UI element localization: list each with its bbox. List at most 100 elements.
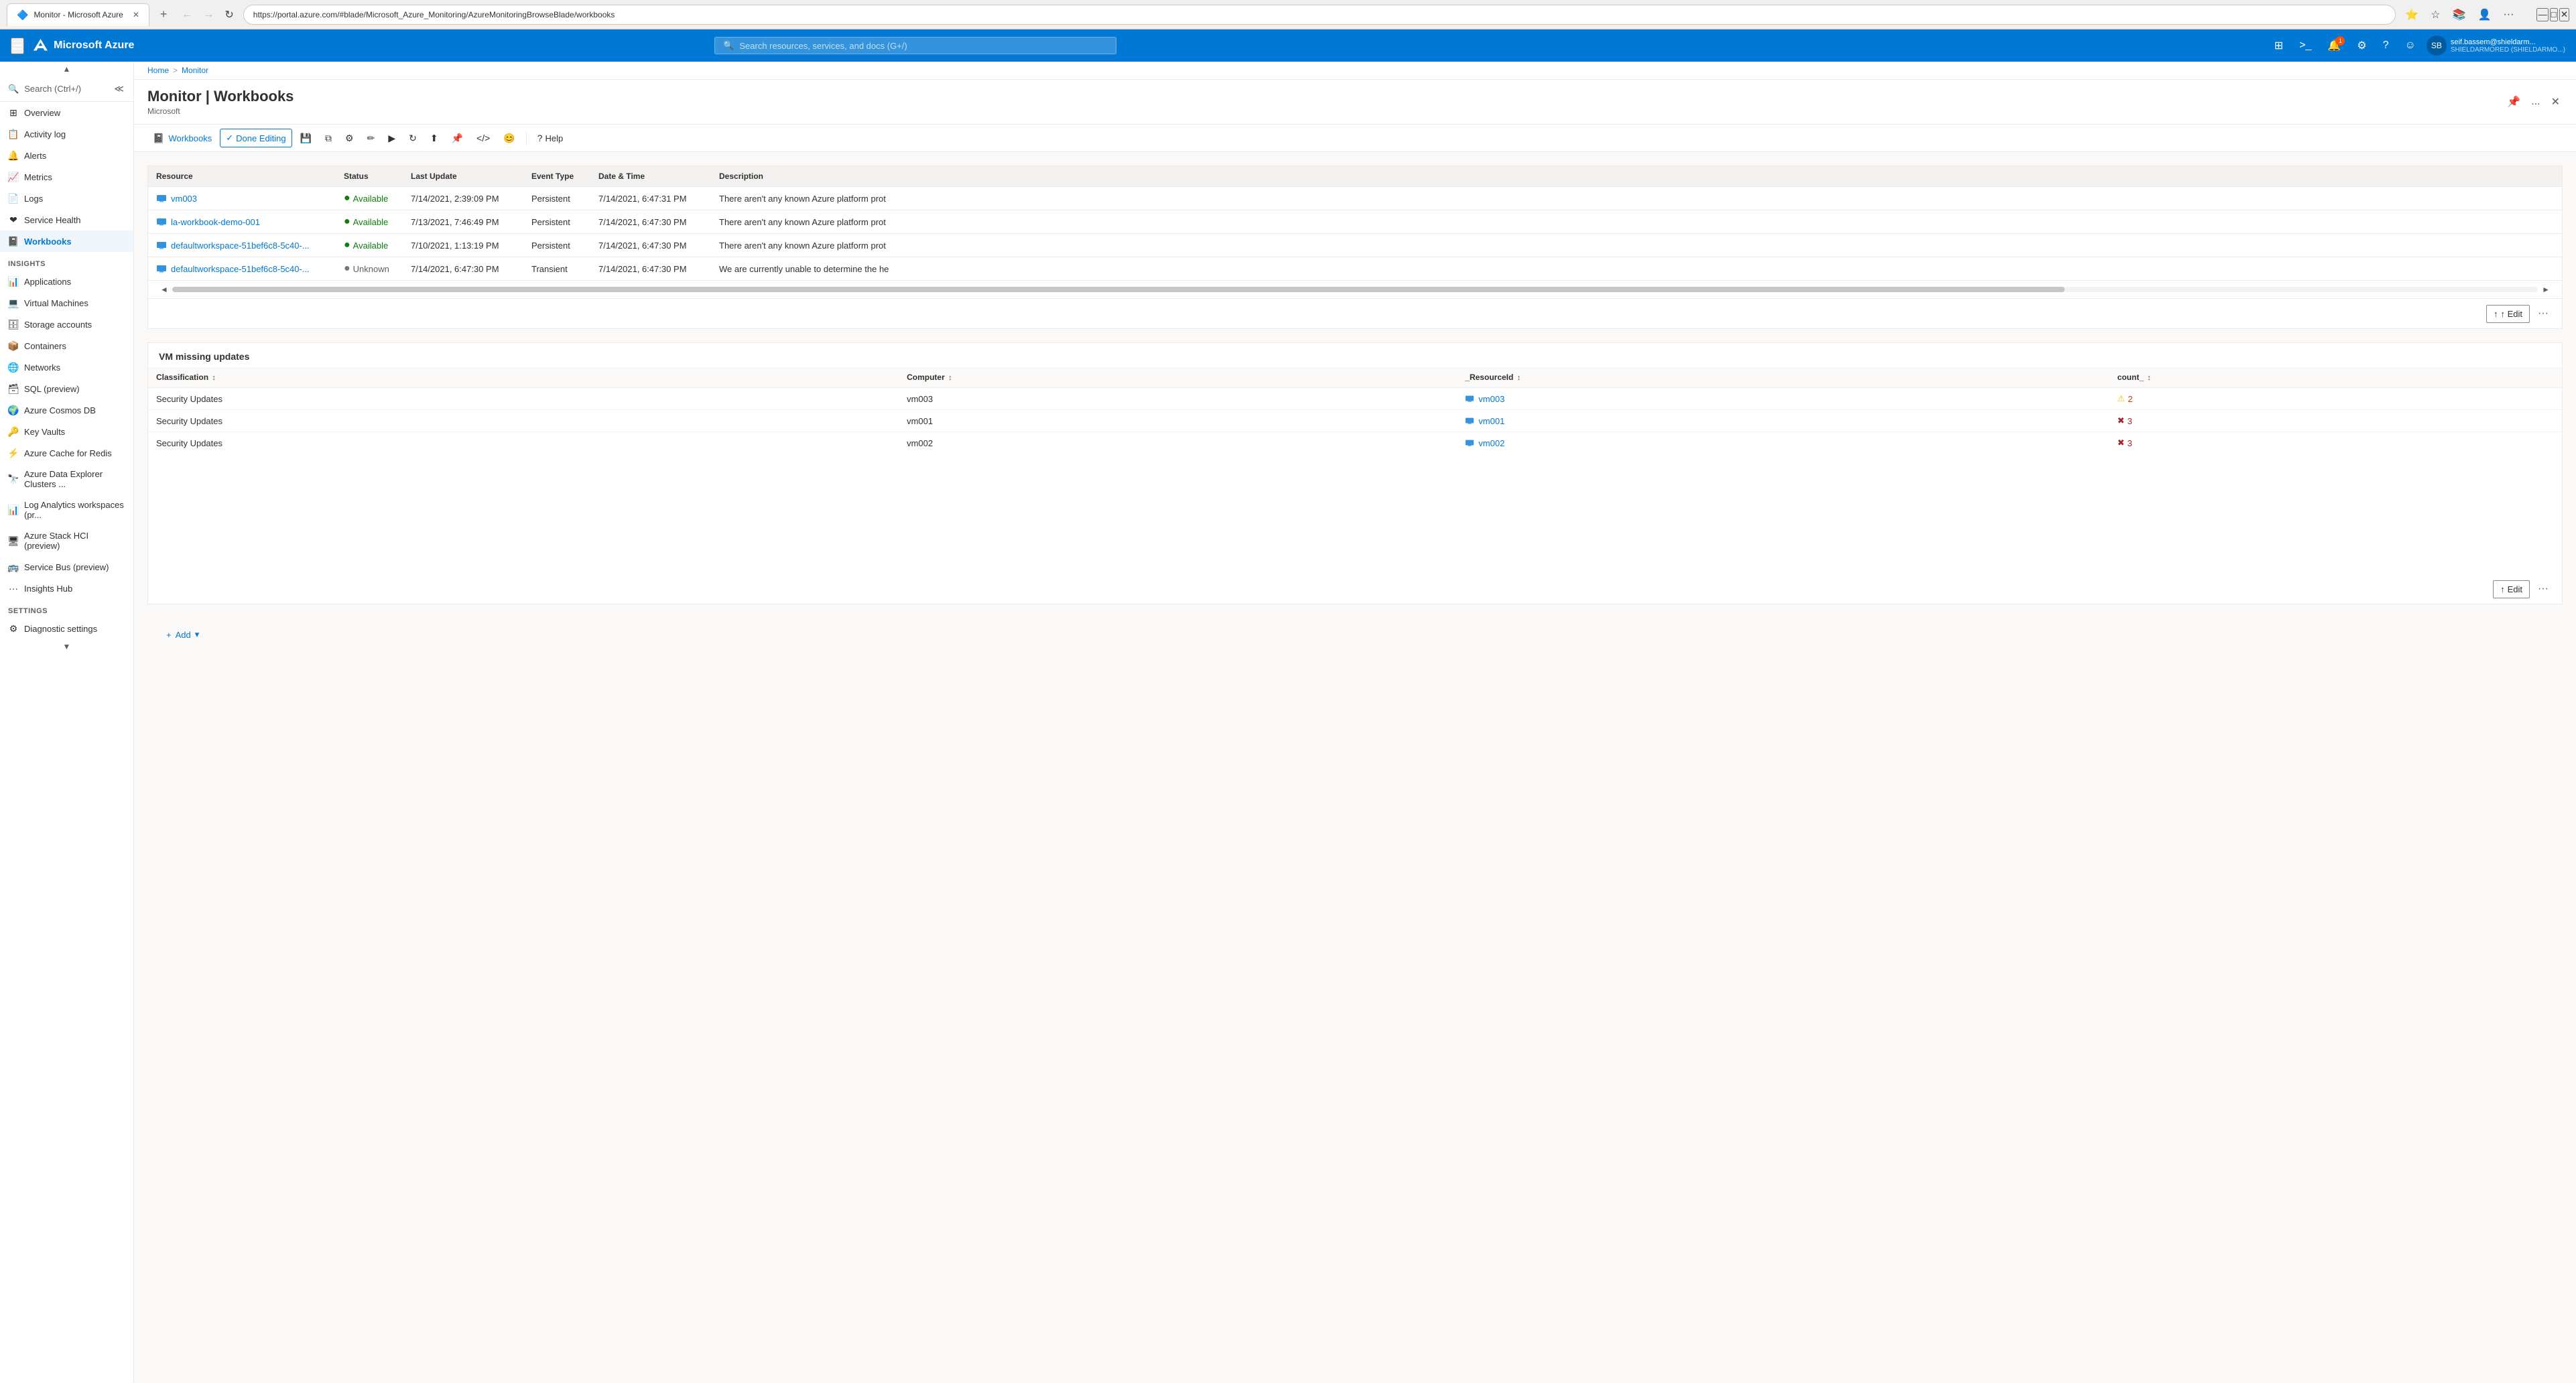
- sidebar-collapse-button[interactable]: ≪: [113, 82, 125, 96]
- sidebar-item-metrics[interactable]: 📈 Metrics: [0, 166, 133, 188]
- maximize-button[interactable]: □: [2550, 8, 2558, 21]
- sidebar-item-activity-log[interactable]: 📋 Activity log: [0, 123, 133, 145]
- resource-id-cell[interactable]: vm002: [1457, 432, 2109, 454]
- user-profile[interactable]: SB seif.bassem@shieldarm... SHIELDARMORE…: [2427, 36, 2565, 56]
- col-count[interactable]: count_ ↕: [2110, 367, 2562, 388]
- sidebar-item-networks[interactable]: 🌐 Networks: [0, 356, 133, 378]
- settings-button[interactable]: ⚙: [340, 129, 359, 147]
- table-row[interactable]: Security Updates vm002 vm002: [148, 432, 2562, 454]
- sidebar-search-area[interactable]: 🔍 ≪: [0, 76, 133, 102]
- sidebar-search-input[interactable]: [24, 84, 107, 94]
- sidebar-item-service-health[interactable]: ❤ Service Health: [0, 209, 133, 230]
- global-search[interactable]: 🔍: [714, 37, 1116, 54]
- service-health-more-button[interactable]: ···: [2532, 304, 2554, 323]
- table-row[interactable]: defaultworkspace-51bef6c8-5c40-... ● Ava…: [148, 234, 2562, 257]
- scroll-right-button[interactable]: ►: [2538, 283, 2554, 295]
- table-row[interactable]: Security Updates vm003 vm003: [148, 388, 2562, 410]
- browser-collections-button[interactable]: 📚: [2449, 5, 2470, 24]
- sidebar-item-overview[interactable]: ⊞ Overview: [0, 102, 133, 123]
- browser-profile-button[interactable]: 👤: [2474, 5, 2496, 24]
- done-editing-button[interactable]: ✓ Done Editing: [220, 129, 292, 147]
- portal-button[interactable]: ⊞: [2269, 36, 2289, 55]
- sidebar-item-applications[interactable]: 📊 Applications: [0, 271, 133, 292]
- vm-resource-link[interactable]: vm002: [1465, 438, 2101, 448]
- vm-updates-edit-button[interactable]: ↑ Edit: [2493, 580, 2530, 598]
- sidebar-item-data-explorer[interactable]: 🔭 Azure Data Explorer Clusters ...: [0, 464, 133, 495]
- sidebar-item-containers[interactable]: 📦 Containers: [0, 335, 133, 356]
- sidebar-item-diagnostic-settings[interactable]: ⚙ Diagnostic settings: [0, 618, 133, 639]
- sidebar-item-sql[interactable]: 🗃 SQL (preview): [0, 378, 133, 399]
- table-row[interactable]: vm003 ● Available 7/14/2021, 2:39:09 PM …: [148, 187, 2562, 210]
- code-button[interactable]: </>: [471, 129, 495, 147]
- warning-icon: ⚠: [2118, 393, 2126, 404]
- settings-button[interactable]: ⚙: [2352, 36, 2372, 55]
- vm-updates-more-button[interactable]: ···: [2532, 580, 2554, 598]
- vm-resource-link[interactable]: vm001: [1465, 416, 2101, 426]
- resource-link[interactable]: defaultworkspace-51bef6c8-5c40-...: [156, 263, 344, 274]
- share-button[interactable]: ⬆: [425, 129, 444, 147]
- edit-pencil-button[interactable]: ✏: [362, 129, 381, 147]
- scroll-left-button[interactable]: ◄: [156, 283, 172, 295]
- forward-button[interactable]: →: [199, 6, 218, 23]
- refresh-button[interactable]: ↻: [220, 5, 237, 24]
- feedback-button[interactable]: ☺: [2399, 37, 2421, 54]
- help-button[interactable]: ?: [2378, 37, 2394, 54]
- sidebar-item-azure-stack[interactable]: 🖥 Azure Stack HCI (preview): [0, 525, 133, 556]
- sidebar-label-networks: Networks: [24, 363, 60, 373]
- service-health-edit-button[interactable]: ↑ ↑ Edit: [2486, 305, 2530, 323]
- browser-tab[interactable]: 🔷 Monitor - Microsoft Azure ✕: [7, 3, 149, 26]
- more-options-button[interactable]: ...: [2528, 93, 2542, 111]
- resource-link[interactable]: vm003: [156, 193, 344, 204]
- new-tab-button[interactable]: +: [155, 5, 173, 24]
- horizontal-scrollbar[interactable]: [172, 287, 2538, 292]
- hamburger-menu-button[interactable]: ☰: [11, 38, 24, 54]
- sidebar-item-virtual-machines[interactable]: 💻 Virtual Machines: [0, 292, 133, 314]
- resource-link[interactable]: la-workbook-demo-001: [156, 216, 344, 227]
- search-input[interactable]: [739, 41, 1108, 51]
- help-button[interactable]: ? Help: [532, 129, 569, 147]
- resource-link[interactable]: defaultworkspace-51bef6c8-5c40-...: [156, 240, 344, 251]
- refresh-button[interactable]: ↻: [403, 129, 422, 147]
- sidebar-item-logs[interactable]: 📄 Logs: [0, 188, 133, 209]
- resource-id-cell[interactable]: vm003: [1457, 388, 2109, 410]
- workbooks-toolbar-button[interactable]: 📓 Workbooks: [147, 129, 217, 147]
- table-row[interactable]: Security Updates vm001 vm001: [148, 410, 2562, 432]
- page-close-button[interactable]: ✕: [2549, 92, 2563, 111]
- table-row[interactable]: la-workbook-demo-001 ● Available 7/13/20…: [148, 210, 2562, 234]
- address-bar[interactable]: https://portal.azure.com/#blade/Microsof…: [243, 5, 2396, 25]
- browser-menu-button[interactable]: ···: [2499, 6, 2518, 23]
- save-button[interactable]: 💾: [295, 129, 317, 147]
- back-button[interactable]: ←: [178, 6, 196, 23]
- sidebar-item-workbooks[interactable]: 📓 Workbooks: [0, 230, 133, 252]
- notifications-button[interactable]: 🔔 1: [2322, 36, 2346, 55]
- copy-button[interactable]: ⧉: [320, 129, 337, 147]
- emoji-button[interactable]: 😊: [498, 129, 520, 147]
- sidebar-item-alerts[interactable]: 🔔 Alerts: [0, 145, 133, 166]
- vm-resource-link[interactable]: vm003: [1465, 394, 2101, 404]
- autofit-button[interactable]: ▶: [383, 129, 401, 147]
- vm-updates-table: Classification ↕ Computer ↕ _ResourceId …: [148, 367, 2562, 454]
- col-computer[interactable]: Computer ↕: [899, 367, 1457, 388]
- breadcrumb-home[interactable]: Home: [147, 66, 169, 75]
- pin-workbook-button[interactable]: 📌: [446, 129, 468, 147]
- tab-close-icon[interactable]: ✕: [133, 10, 139, 19]
- cloud-shell-button[interactable]: >_: [2294, 37, 2317, 54]
- browser-extensions-button[interactable]: ⭐: [2401, 5, 2423, 24]
- close-button[interactable]: ✕: [2559, 8, 2569, 21]
- minimize-button[interactable]: —: [2536, 8, 2548, 21]
- sidebar-item-insights-hub[interactable]: ··· Insights Hub: [0, 578, 133, 599]
- breadcrumb-monitor[interactable]: Monitor: [182, 66, 208, 75]
- sidebar-item-cosmos-db[interactable]: 🌍 Azure Cosmos DB: [0, 399, 133, 421]
- browser-favorites-button[interactable]: ☆: [2427, 5, 2444, 24]
- col-resource-id[interactable]: _ResourceId ↕: [1457, 367, 2109, 388]
- pin-button[interactable]: 📌: [2504, 92, 2523, 111]
- sidebar-item-log-analytics[interactable]: 📊 Log Analytics workspaces (pr...: [0, 495, 133, 525]
- sidebar-item-service-bus[interactable]: 🚌 Service Bus (preview): [0, 556, 133, 578]
- add-button[interactable]: + Add ▾: [161, 626, 204, 643]
- sidebar-item-storage-accounts[interactable]: 🗄 Storage accounts: [0, 314, 133, 335]
- sidebar-item-cache-redis[interactable]: ⚡ Azure Cache for Redis: [0, 442, 133, 464]
- sidebar-item-key-vaults[interactable]: 🔑 Key Vaults: [0, 421, 133, 442]
- table-row[interactable]: defaultworkspace-51bef6c8-5c40-... ● Unk…: [148, 257, 2562, 281]
- resource-id-cell[interactable]: vm001: [1457, 410, 2109, 432]
- col-classification[interactable]: Classification ↕: [148, 367, 899, 388]
